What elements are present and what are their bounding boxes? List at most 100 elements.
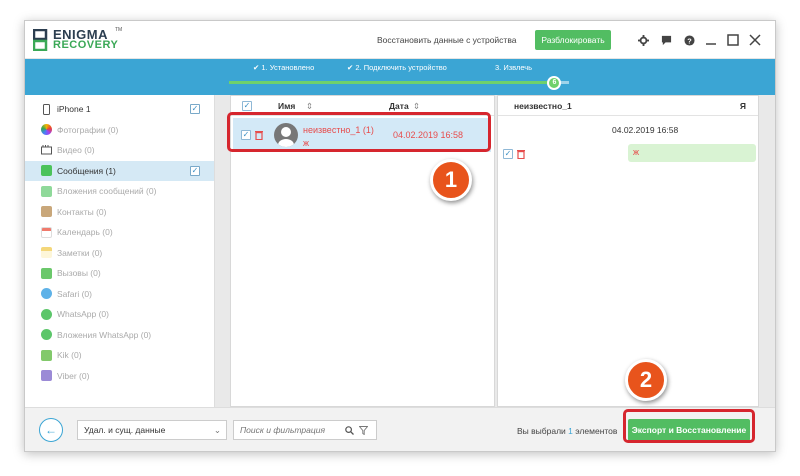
sidebar-item-label: iPhone 1 bbox=[57, 104, 91, 115]
sidebar-item-kik[interactable]: Kik (0) bbox=[25, 345, 214, 366]
step-badge-1: 1 bbox=[430, 159, 472, 201]
step-1: ✔ 1. Установлено bbox=[253, 63, 314, 72]
svg-text:?: ? bbox=[687, 36, 692, 45]
sidebar-item-label: Календарь (0) bbox=[57, 227, 113, 238]
sidebar-item-notes[interactable]: Заметки (0) bbox=[25, 243, 214, 264]
search-input[interactable] bbox=[240, 425, 345, 435]
filter-icon[interactable] bbox=[359, 426, 368, 435]
search-icon[interactable] bbox=[345, 426, 354, 435]
step-2: ✔ 2. Подключить устройство bbox=[347, 63, 447, 72]
sidebar-item-calls[interactable]: Вызовы (0) bbox=[25, 263, 214, 284]
restore-from-device-link[interactable]: Восстановить данные с устройства bbox=[377, 35, 516, 45]
trash-icon[interactable] bbox=[517, 149, 525, 159]
step-3-label: 3. Извлечь bbox=[495, 63, 533, 72]
detail-date: 04.02.2019 16:58 bbox=[612, 125, 679, 135]
calendar-icon bbox=[41, 226, 52, 238]
step-3: 3. Извлечь bbox=[495, 63, 532, 72]
sidebar-item-label: Viber (0) bbox=[57, 370, 90, 381]
sidebar-item-label: Вызовы (0) bbox=[57, 268, 101, 279]
column-name-header[interactable]: Имя bbox=[278, 101, 295, 111]
step-bar: ✔ 1. Установлено ✔ 2. Подключить устройс… bbox=[25, 59, 775, 95]
selected-count: 1 bbox=[568, 426, 573, 436]
kik-icon bbox=[41, 349, 52, 361]
settings-gear-icon[interactable] bbox=[635, 32, 651, 48]
sidebar-item-safari[interactable]: Safari (0) bbox=[25, 284, 214, 305]
minimize-icon[interactable] bbox=[703, 32, 719, 48]
sidebar-item-label: Safari (0) bbox=[57, 288, 92, 299]
calls-icon bbox=[41, 267, 52, 279]
step-2-label: 2. Подключить устройство bbox=[355, 63, 447, 72]
enigma-logo: ENIGMA RECOVERY TM bbox=[33, 27, 123, 53]
video-icon bbox=[41, 144, 52, 155]
chat-feedback-icon[interactable] bbox=[658, 32, 674, 48]
safari-icon bbox=[41, 288, 52, 300]
sidebar-item-calendar[interactable]: Календарь (0) bbox=[25, 222, 214, 243]
progress-track: 6 bbox=[229, 76, 569, 90]
viber-icon bbox=[41, 370, 52, 382]
title-bar: ENIGMA RECOVERY TM Восстановить данные с… bbox=[25, 21, 775, 59]
sidebar-item-contacts[interactable]: Контакты (0) bbox=[25, 202, 214, 223]
message-detail-pane: неизвестно_1 Я 04.02.2019 16:58 ✓ ж bbox=[497, 95, 759, 407]
sidebar-item-label: Заметки (0) bbox=[57, 247, 103, 258]
sidebar-item-label: Вложения WhatsApp (0) bbox=[57, 329, 152, 340]
whatsapp-icon bbox=[41, 308, 52, 320]
checkbox-checked[interactable]: ✓ bbox=[190, 165, 200, 176]
messages-icon bbox=[41, 165, 52, 177]
highlight-box-export-button bbox=[623, 409, 755, 443]
sidebar-item-messages[interactable]: Сообщения (1) ✓ bbox=[25, 160, 214, 181]
sidebar-item-iphone[interactable]: iPhone 1 ✓ bbox=[25, 99, 214, 120]
message-checkbox[interactable]: ✓ bbox=[503, 149, 513, 159]
logo-text-recovery: RECOVERY bbox=[53, 39, 119, 51]
selected-suffix: элементов bbox=[575, 426, 618, 436]
sidebar-item-message-attachments[interactable]: Вложения сообщений (0) bbox=[25, 181, 214, 202]
data-filter-value: Удал. и сущ. данные bbox=[84, 425, 166, 435]
chevron-down-icon: ⌄ bbox=[213, 425, 221, 435]
sidebar: iPhone 1 ✓ Фотографии (0) Видео (0) Сооб… bbox=[25, 95, 215, 407]
sidebar-item-label: Сообщения (1) bbox=[57, 165, 116, 176]
back-button[interactable]: ← bbox=[39, 418, 63, 442]
sidebar-item-label: WhatsApp (0) bbox=[57, 309, 109, 320]
message-text: ж bbox=[633, 147, 640, 157]
data-filter-select[interactable]: Удал. и сущ. данные ⌄ bbox=[77, 420, 227, 440]
maximize-icon[interactable] bbox=[725, 32, 741, 48]
highlight-box-message-row bbox=[227, 112, 491, 152]
message-bubble: ж bbox=[628, 144, 756, 162]
unlock-button[interactable]: Разблокировать bbox=[535, 30, 611, 50]
selected-prefix: Вы выбрали bbox=[517, 426, 566, 436]
help-icon[interactable]: ? bbox=[681, 32, 697, 48]
sidebar-item-whatsapp[interactable]: WhatsApp (0) bbox=[25, 304, 214, 325]
progress-knob: 6 bbox=[547, 76, 562, 90]
sidebar-item-label: Видео (0) bbox=[57, 145, 95, 156]
selection-summary: Вы выбрали 1 элементов bbox=[517, 426, 617, 436]
detail-header: неизвестно_1 Я bbox=[498, 96, 758, 116]
logo-mark-icon bbox=[33, 29, 48, 51]
close-icon[interactable] bbox=[747, 32, 763, 48]
sidebar-item-viber[interactable]: Viber (0) bbox=[25, 366, 214, 387]
notes-icon bbox=[41, 247, 52, 259]
progress-fill bbox=[229, 81, 556, 84]
sort-icon[interactable]: ⇕ bbox=[413, 101, 420, 112]
contacts-icon bbox=[41, 206, 52, 218]
arrow-left-icon: ← bbox=[45, 423, 57, 437]
sort-icon[interactable]: ⇕ bbox=[306, 101, 313, 112]
sidebar-item-photos[interactable]: Фотографии (0) bbox=[25, 120, 214, 141]
checkbox-checked[interactable]: ✓ bbox=[190, 104, 200, 114]
step-1-label: 1. Установлено bbox=[261, 63, 315, 72]
whatsapp-attachments-icon bbox=[41, 329, 52, 341]
sidebar-item-label: Контакты (0) bbox=[57, 206, 107, 217]
sidebar-item-label: Фотографии (0) bbox=[57, 124, 119, 135]
sidebar-item-label: Kik (0) bbox=[57, 350, 82, 361]
sidebar-item-video[interactable]: Видео (0) bbox=[25, 140, 214, 161]
sidebar-item-whatsapp-attachments[interactable]: Вложения WhatsApp (0) bbox=[25, 325, 214, 346]
search-field[interactable] bbox=[233, 420, 377, 440]
sidebar-item-label: Вложения сообщений (0) bbox=[57, 186, 157, 197]
attachments-icon bbox=[41, 185, 52, 197]
photos-icon bbox=[41, 124, 52, 136]
me-label: Я bbox=[739, 101, 746, 111]
detail-contact-name: неизвестно_1 bbox=[514, 101, 572, 111]
phone-icon bbox=[43, 103, 50, 115]
logo-trademark: TM bbox=[115, 27, 123, 33]
column-date-header[interactable]: Дата bbox=[389, 101, 409, 111]
select-all-checkbox[interactable]: ✓ bbox=[242, 101, 252, 111]
step-badge-2: 2 bbox=[625, 359, 667, 401]
